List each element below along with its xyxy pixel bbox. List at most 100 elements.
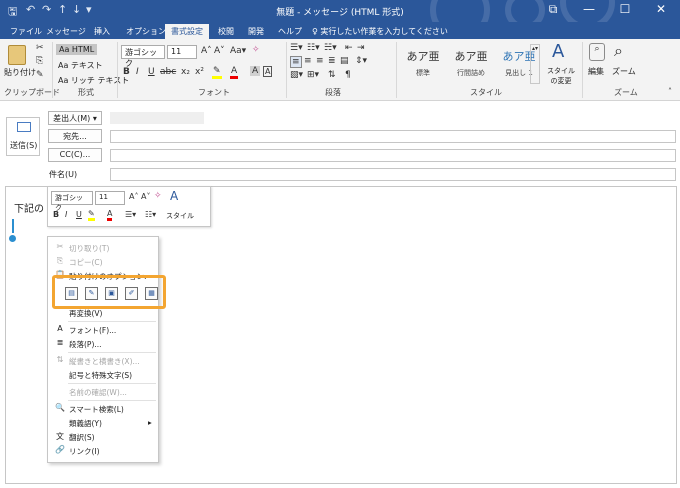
edit-search-icon[interactable]: ⌕ <box>589 43 605 61</box>
paste-merge-format-icon[interactable]: ✎ <box>85 287 98 300</box>
format-rich-button[interactable]: Aa リッチ テキスト <box>58 75 129 86</box>
collapse-ribbon-icon[interactable]: ˄ <box>668 87 672 96</box>
shading-icon[interactable]: ▧▾ <box>290 70 303 80</box>
decrease-indent-icon[interactable]: ⇤ <box>345 43 353 53</box>
menu-item-cut[interactable]: ✂ 切り取り(T) <box>48 242 158 254</box>
menu-item-link[interactable]: 🔗 リンク(I) <box>48 445 158 457</box>
menu-item-copy[interactable]: ⎘ コピー(C) <box>48 256 158 268</box>
tab-review[interactable]: 校閲 <box>212 24 240 39</box>
send-button[interactable]: 送信(S) <box>6 117 40 156</box>
bullets-icon[interactable]: ☰▾ <box>290 43 303 53</box>
mini-highlight-icon[interactable]: ✎ <box>88 209 95 221</box>
change-case-icon[interactable]: Aa▾ <box>230 46 246 56</box>
mini-numbering-icon[interactable]: ☷▾ <box>145 210 156 219</box>
subscript-icon[interactable]: x₂ <box>181 67 190 77</box>
paste-icon[interactable] <box>8 45 26 65</box>
tab-insert[interactable]: 挿入 <box>88 24 116 39</box>
multilevel-icon[interactable]: ☵▾ <box>324 43 337 53</box>
cc-button[interactable]: CC(C)... <box>48 148 102 162</box>
styles-scroll-icon[interactable]: ▴▾ <box>530 44 540 84</box>
tab-message[interactable]: メッセージ <box>40 24 92 39</box>
group-font-label: フォント <box>198 88 230 97</box>
menu-item-translate[interactable]: 文 翻訳(S) <box>48 431 158 443</box>
paste-image-icon[interactable]: ▦ <box>145 287 158 300</box>
tab-format-text[interactable]: 書式設定 <box>165 24 209 39</box>
justify-icon[interactable]: ≣ <box>328 56 336 66</box>
numbering-icon[interactable]: ☷▾ <box>307 43 320 53</box>
mini-underline-icon[interactable]: U <box>76 210 82 219</box>
menu-item-smart-lookup[interactable]: 🔍 スマート検索(L) <box>48 403 158 415</box>
style-no-spacing[interactable]: あア亜 行間詰め <box>447 44 495 78</box>
paste-keep-text-icon[interactable]: ✐ <box>125 287 138 300</box>
format-html-button[interactable]: Aa HTML <box>56 44 98 55</box>
font-color-icon[interactable]: A <box>230 66 239 79</box>
underline-icon[interactable]: U <box>148 67 155 77</box>
change-styles-icon[interactable]: A <box>552 41 564 62</box>
style-normal[interactable]: あア亜 標準 <box>399 44 447 78</box>
clear-format-icon[interactable]: ✧ <box>252 45 260 55</box>
send-icon <box>17 122 31 132</box>
align-left-icon[interactable]: ≡ <box>290 56 302 68</box>
line-spacing-icon[interactable]: ⇕▾ <box>355 56 367 66</box>
format-text-button[interactable]: Aa テキスト <box>58 60 103 71</box>
zoom-label[interactable]: ズーム <box>612 66 636 77</box>
change-styles-label[interactable]: スタイルの変更 <box>544 66 578 86</box>
mini-font-color-icon[interactable]: A <box>107 209 113 221</box>
from-button[interactable]: 差出人(M) ▾ <box>48 111 102 125</box>
zoom-icon[interactable]: ⌕ <box>614 41 623 61</box>
mini-size-dropdown[interactable]: 11 <box>95 191 125 205</box>
paste-picture-icon[interactable]: ▣ <box>105 287 118 300</box>
format-painter-icon[interactable]: ✎ <box>36 70 44 80</box>
tell-me-box[interactable]: ♀ 実行したい作業を入力してください <box>306 24 454 39</box>
shrink-font-icon[interactable]: A˅ <box>214 46 225 56</box>
mini-bold-icon[interactable]: B <box>53 210 59 219</box>
strikethrough-icon[interactable]: abc <box>160 67 176 77</box>
to-button[interactable]: 宛先... <box>48 129 102 143</box>
menu-item-synonyms[interactable]: 類義語(Y) ▸ <box>48 417 158 429</box>
menu-item-font[interactable]: A フォント(F)... <box>48 324 158 336</box>
char-shading-icon[interactable]: A <box>250 66 261 76</box>
grow-font-icon[interactable]: A˄ <box>201 46 212 56</box>
mini-clear-format-icon[interactable]: ✧ <box>154 191 162 201</box>
align-center-icon[interactable]: ≡ <box>304 56 312 66</box>
menu-item-paragraph[interactable]: ≣ 段落(P)... <box>48 338 158 350</box>
maximize-button[interactable]: ☐ <box>610 2 640 16</box>
mini-shrink-font-icon[interactable]: A˅ <box>141 192 150 201</box>
menu-item-text-direction[interactable]: ⇅ 縦書きと横書き(X)... <box>48 355 158 367</box>
mini-styles-icon[interactable]: A <box>170 189 178 203</box>
mini-italic-icon[interactable]: I <box>65 210 67 219</box>
italic-icon[interactable]: I <box>136 67 139 77</box>
show-marks-icon[interactable]: ¶ <box>345 70 351 80</box>
font-size-dropdown[interactable]: 11 <box>167 45 197 59</box>
mini-bullets-icon[interactable]: ☰▾ <box>125 210 136 219</box>
tab-developer[interactable]: 開発 <box>242 24 270 39</box>
bold-icon[interactable]: B <box>123 67 130 77</box>
sort-icon[interactable]: ⇅ <box>328 70 336 80</box>
minimize-button[interactable]: — <box>574 2 604 16</box>
close-button[interactable]: ✕ <box>646 2 676 16</box>
tab-help[interactable]: ヘルプ <box>272 24 308 39</box>
subject-field[interactable] <box>110 168 676 181</box>
mini-grow-font-icon[interactable]: A˄ <box>129 192 138 201</box>
edit-label[interactable]: 編集 <box>588 66 604 77</box>
borders-icon[interactable]: ⊞▾ <box>307 70 319 80</box>
ribbon-display-icon[interactable]: ⧉ <box>538 2 568 17</box>
to-field[interactable] <box>110 130 676 143</box>
menu-item-symbols[interactable]: 記号と特殊文字(S) <box>48 369 158 381</box>
paste-button-label[interactable]: 貼り付け <box>4 67 36 78</box>
font-name-dropdown[interactable]: 游ゴシック <box>121 45 165 68</box>
cc-field[interactable] <box>110 149 676 162</box>
align-right-icon[interactable]: ≡ <box>316 56 324 66</box>
superscript-icon[interactable]: x² <box>195 67 204 77</box>
copy-icon[interactable]: ⎘ <box>36 56 43 66</box>
highlight-icon[interactable]: ✎ <box>212 66 222 79</box>
mini-font-dropdown[interactable]: 游ゴシック <box>51 191 93 212</box>
tell-me-text: 実行したい作業を入力してください <box>320 27 448 36</box>
menu-item-check-names[interactable]: 名前の確認(W)... <box>48 386 158 398</box>
cut-icon[interactable]: ✂ <box>36 43 44 53</box>
char-border-icon[interactable]: A <box>263 66 273 77</box>
distributed-icon[interactable]: ▤ <box>340 56 349 66</box>
mini-styles-label[interactable]: スタイル <box>166 211 194 221</box>
increase-indent-icon[interactable]: ⇥ <box>357 43 365 53</box>
paste-keep-source-icon[interactable]: ▤ <box>65 287 78 300</box>
